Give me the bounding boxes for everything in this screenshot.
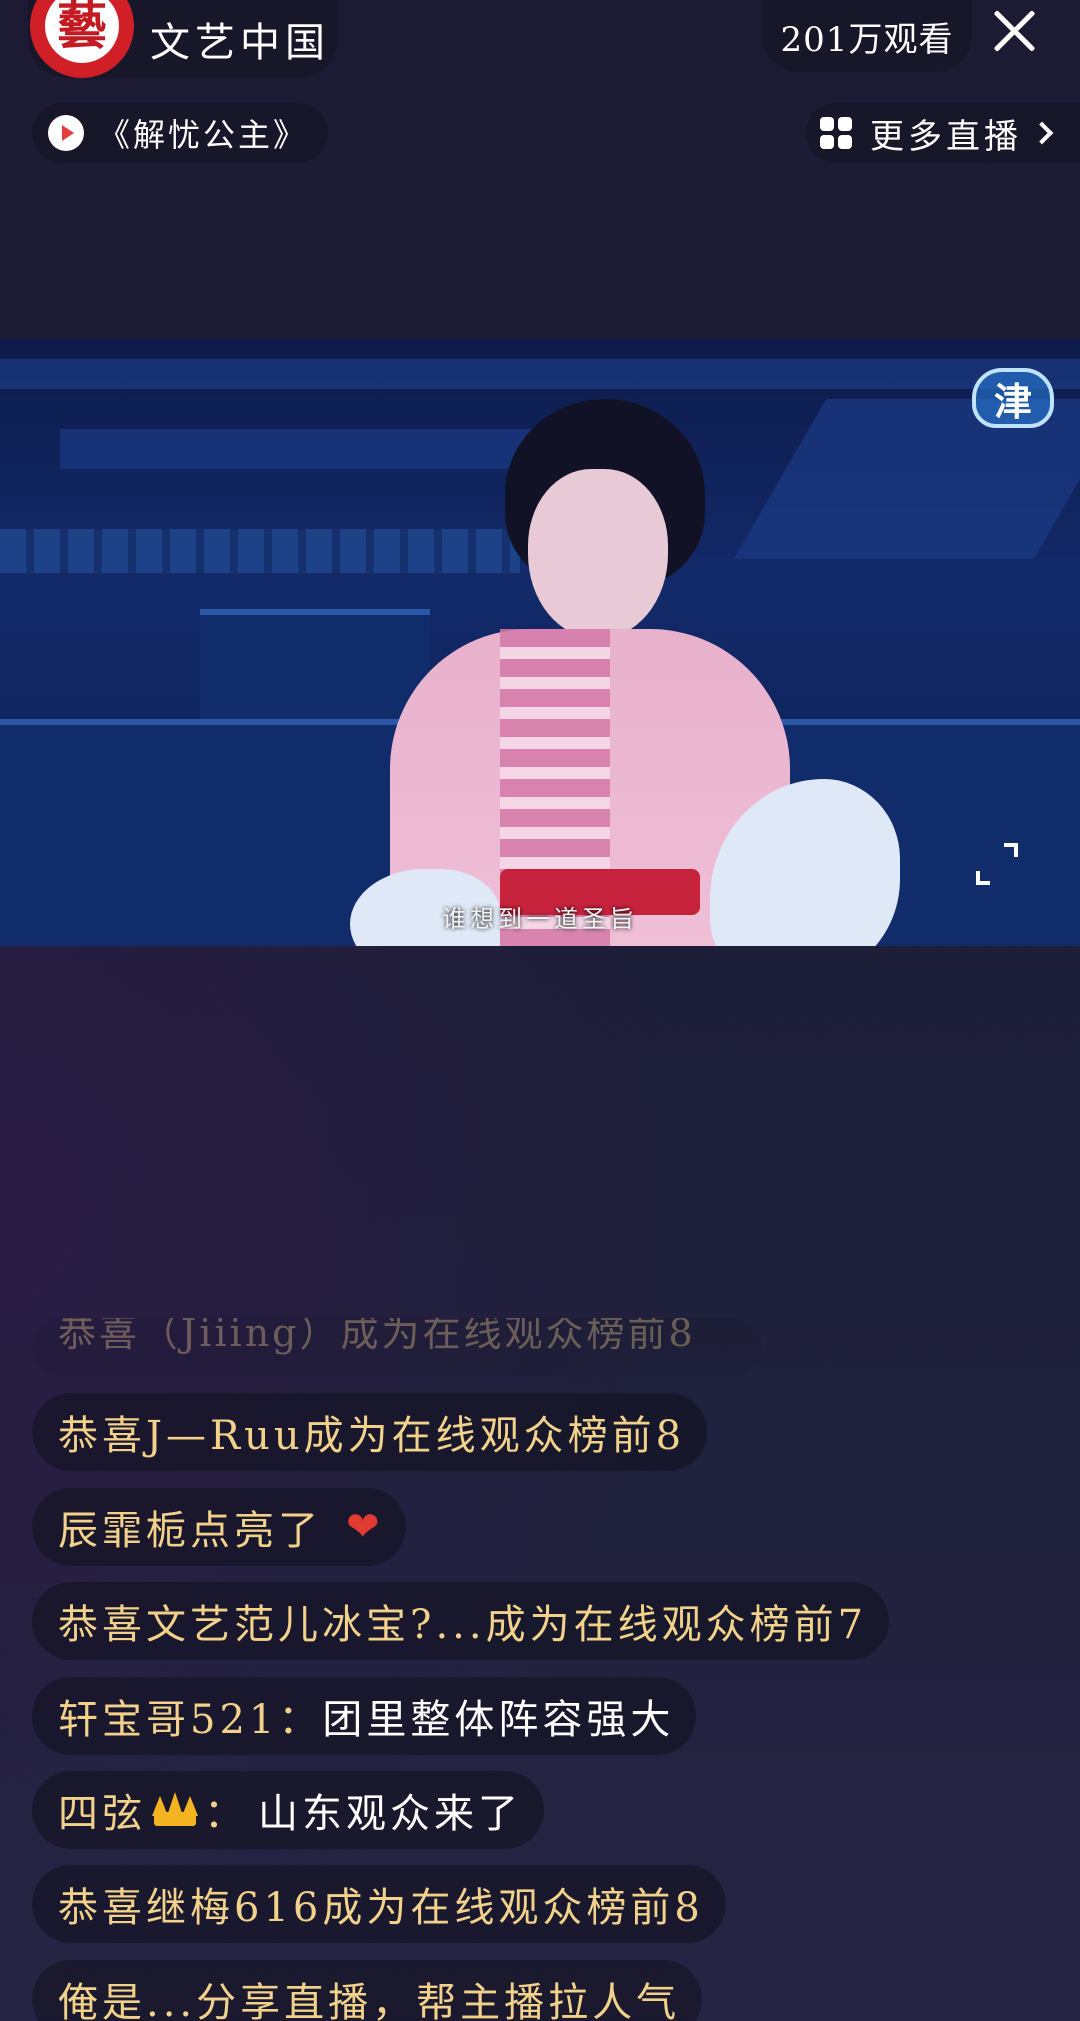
chat-message-text: 恭喜继梅616成为在线观众榜前8 xyxy=(58,1885,704,1931)
program-title: 《解忧公主》 xyxy=(98,116,309,154)
fullscreen-icon[interactable] xyxy=(970,837,1024,891)
chat-username[interactable]: 轩宝哥521： xyxy=(58,1687,322,1745)
chat-message-text: 恭喜（Jiiing）成为在线观众榜前8 xyxy=(58,1318,696,1355)
chat-separator: ： xyxy=(204,1791,248,1837)
video-subtitle: 谁想到一道圣旨 xyxy=(442,905,638,933)
channel-name[interactable]: 文艺中国 xyxy=(150,10,330,68)
performer-face xyxy=(528,469,668,639)
chat-message-text: 辰霏栀点亮了 xyxy=(58,1508,322,1554)
chat-username[interactable]: 四弦 xyxy=(58,1781,146,1839)
live-video-player[interactable]: 津 谁想到一道圣旨 xyxy=(0,339,1080,946)
viewer-count: 201万观看 xyxy=(762,0,972,72)
chat-message: 辰霏栀点亮了 ❤ xyxy=(32,1488,406,1566)
chat-message-text: 俺是...分享直播，帮主播拉人气 xyxy=(58,1980,681,2021)
chat-message-text: 恭喜文艺范儿冰宝?...成为在线观众榜前7 xyxy=(58,1602,868,1648)
chat-message: 轩宝哥521： 团里整体阵容强大 xyxy=(32,1677,697,1755)
more-live-button[interactable]: 更多直播 xyxy=(806,103,1080,163)
chat-message: 恭喜继梅616成为在线观众榜前8 xyxy=(32,1865,726,1943)
chat-message-faded: 恭喜（Jiiing）成为在线观众榜前8 xyxy=(32,1318,762,1376)
chat-message: 俺是...分享直播，帮主播拉人气 xyxy=(32,1960,703,2021)
close-icon[interactable] xyxy=(988,4,1040,56)
opera-performer xyxy=(350,399,910,946)
tv-station-watermark: 津 xyxy=(972,368,1054,428)
logo-glyph: 藝 xyxy=(45,0,119,63)
crown-icon xyxy=(150,1792,200,1828)
heart-icon: ❤ xyxy=(346,1504,384,1550)
chat-message-text: 山东观众来了 xyxy=(258,1791,522,1837)
chat-message: 恭喜文艺范儿冰宝?...成为在线观众榜前7 xyxy=(32,1582,890,1660)
chat-message: 四弦 ： 山东观众来了 xyxy=(32,1771,544,1849)
grid-icon xyxy=(820,117,852,149)
chevron-right-icon xyxy=(1030,121,1054,145)
chat-message-text: 恭喜J—Ruu成为在线观众榜前8 xyxy=(58,1413,686,1459)
chat-message-text: 团里整体阵容强大 xyxy=(322,1697,675,1743)
program-pill[interactable]: 《解忧公主》 xyxy=(32,103,328,163)
more-live-label: 更多直播 xyxy=(870,116,1022,157)
chat-message: 恭喜J—Ruu成为在线观众榜前8 xyxy=(32,1393,708,1471)
stage-backdrop-beam xyxy=(0,359,1080,389)
play-icon xyxy=(48,115,84,151)
